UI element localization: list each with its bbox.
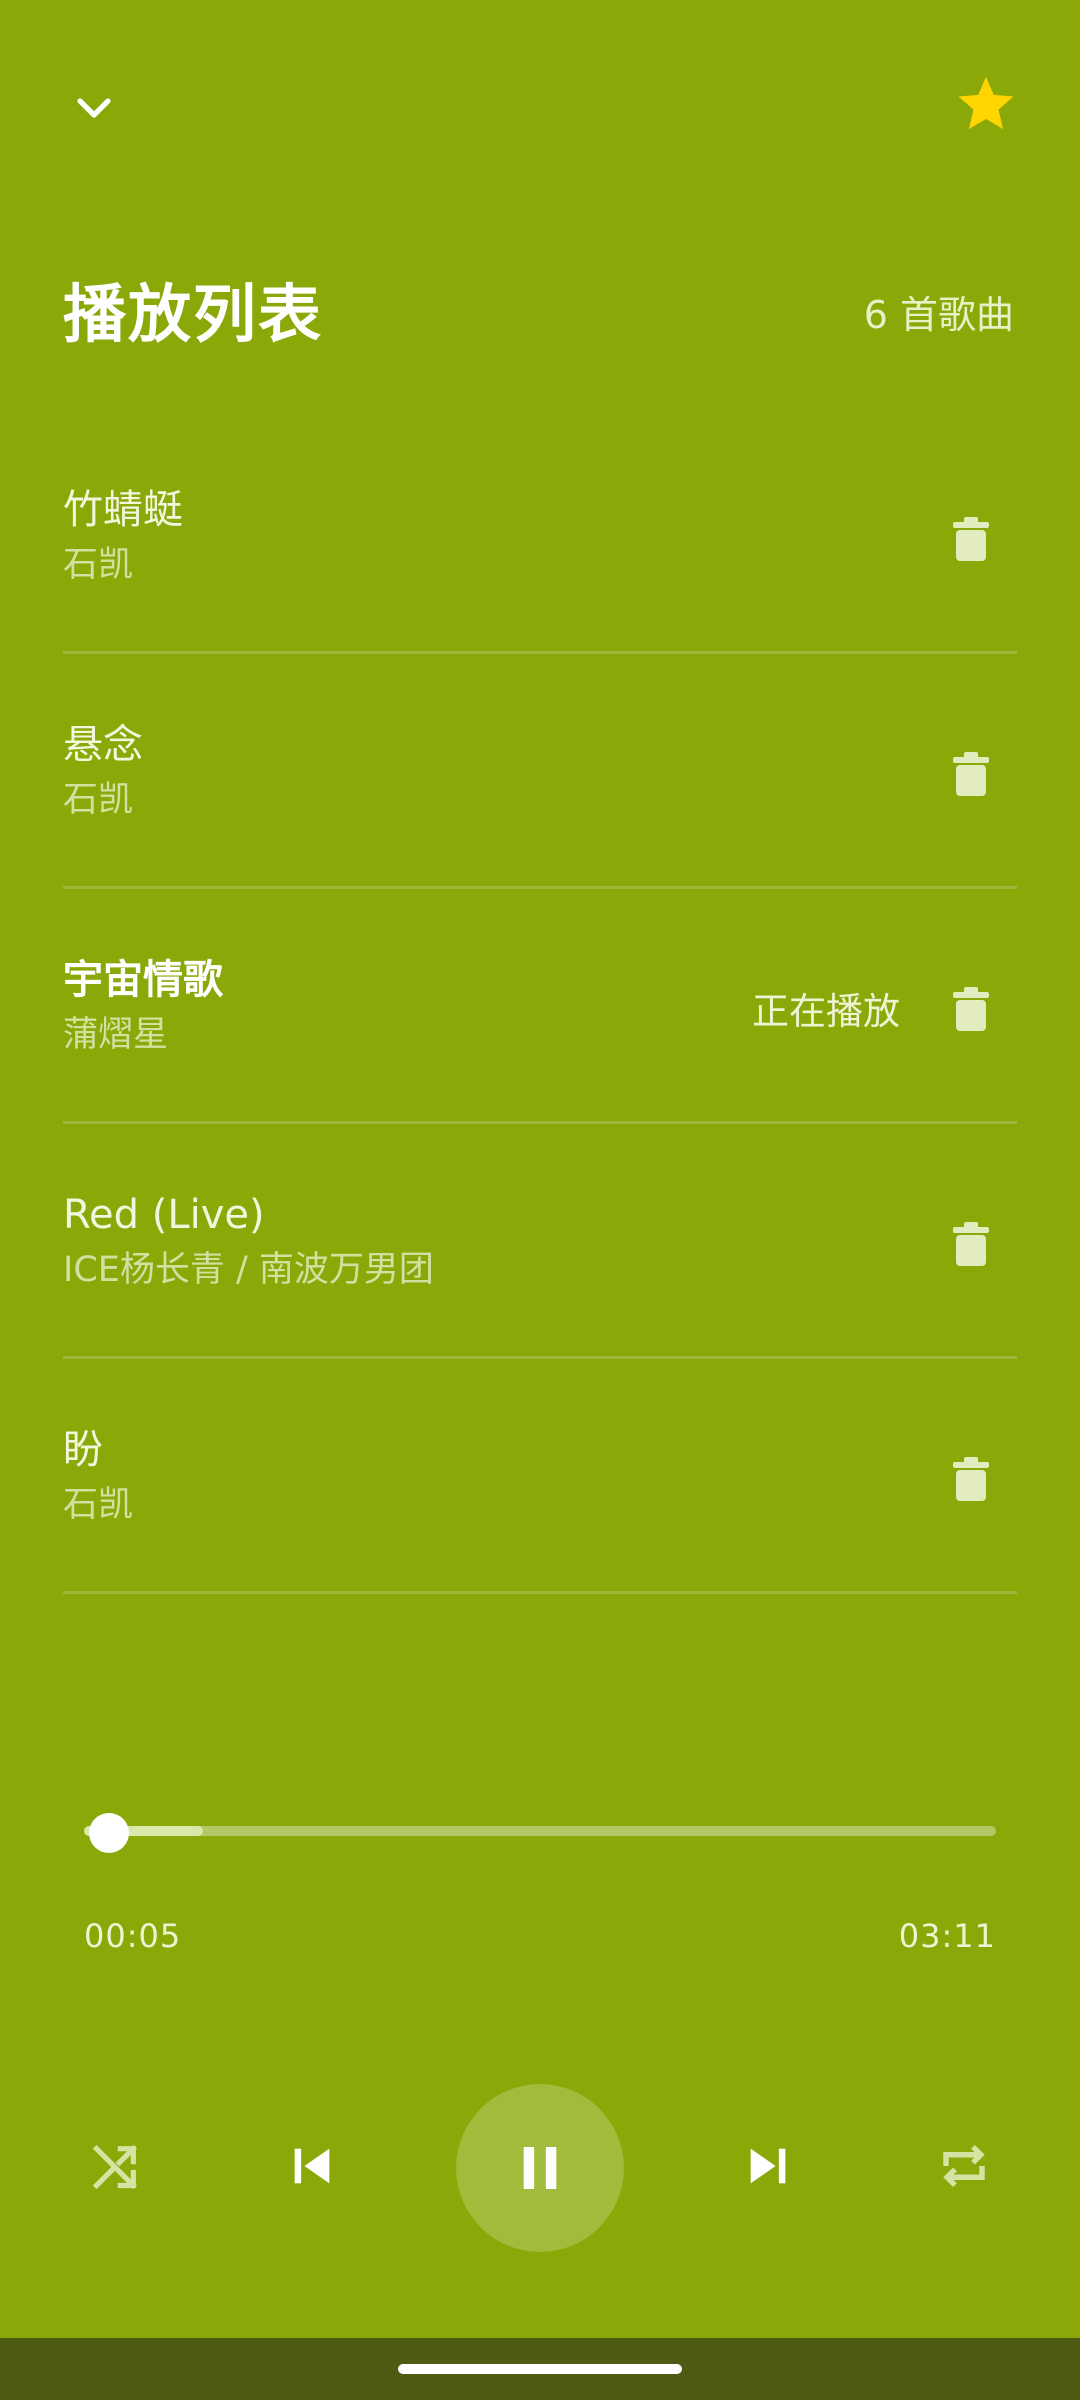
home-indicator[interactable] — [398, 2364, 682, 2374]
song-title: 竹蜻蜓 — [63, 487, 183, 533]
delete-button[interactable] — [941, 739, 1001, 809]
shuffle-icon — [92, 2144, 138, 2190]
previous-button[interactable] — [280, 2134, 344, 2198]
delete-button[interactable] — [941, 1444, 1001, 1514]
trash-icon — [953, 987, 989, 1031]
playlist-row[interactable]: Red (Live) ICE杨长青 / 南波万男团 — [0, 1125, 1080, 1359]
delete-button[interactable] — [941, 974, 1001, 1044]
elapsed-time: 00:05 — [84, 1917, 182, 1955]
song-title: 盼 — [63, 1427, 103, 1473]
favorite-button[interactable] — [948, 66, 1024, 142]
playlist-row[interactable]: 悬念 石凯 — [0, 655, 1080, 889]
song-title: Red (Live) — [63, 1192, 265, 1238]
now-playing-label: 正在播放 — [752, 990, 900, 1033]
song-artist: 石凯 — [63, 780, 134, 820]
row-divider — [63, 1356, 1017, 1359]
repeat-button[interactable] — [932, 2134, 996, 2198]
song-title: 悬念 — [63, 722, 143, 768]
pause-icon — [523, 2147, 557, 2189]
playlist-row[interactable]: 竹蜻蜓 石凯 — [0, 420, 1080, 654]
playlist-row[interactable]: 盼 石凯 — [0, 1360, 1080, 1594]
row-divider — [63, 886, 1017, 889]
page-title: 播放列表 — [63, 278, 323, 351]
song-title: 宇宙情歌 — [63, 957, 223, 1003]
repeat-icon — [943, 2144, 985, 2188]
delete-button[interactable] — [941, 504, 1001, 574]
song-artist: 石凯 — [63, 1485, 134, 1525]
song-artist: ICE杨长青 / 南波万男团 — [63, 1250, 434, 1290]
total-time: 03:11 — [898, 1917, 996, 1955]
song-artist: 石凯 — [63, 545, 134, 585]
next-button[interactable] — [736, 2134, 800, 2198]
trash-icon — [953, 752, 989, 796]
collapse-button[interactable] — [58, 72, 130, 144]
progress-track[interactable] — [84, 1826, 996, 1836]
delete-button[interactable] — [941, 1209, 1001, 1279]
row-divider — [63, 1121, 1017, 1124]
play-pause-button[interactable] — [456, 2084, 624, 2252]
progress-thumb[interactable] — [89, 1813, 129, 1853]
song-count: 6 首歌曲 — [863, 293, 1014, 337]
row-divider — [63, 1591, 1017, 1594]
song-artist: 蒲熠星 — [63, 1015, 169, 1055]
row-divider — [63, 651, 1017, 654]
previous-icon — [294, 2148, 330, 2184]
trash-icon — [953, 517, 989, 561]
shuffle-button[interactable] — [84, 2134, 148, 2198]
chevron-down-icon — [77, 98, 111, 118]
trash-icon — [953, 1457, 989, 1501]
trash-icon — [953, 1222, 989, 1266]
playlist-row-current[interactable]: 宇宙情歌 蒲熠星 正在播放 — [0, 890, 1080, 1124]
next-icon — [750, 2148, 786, 2184]
star-icon — [958, 76, 1014, 130]
